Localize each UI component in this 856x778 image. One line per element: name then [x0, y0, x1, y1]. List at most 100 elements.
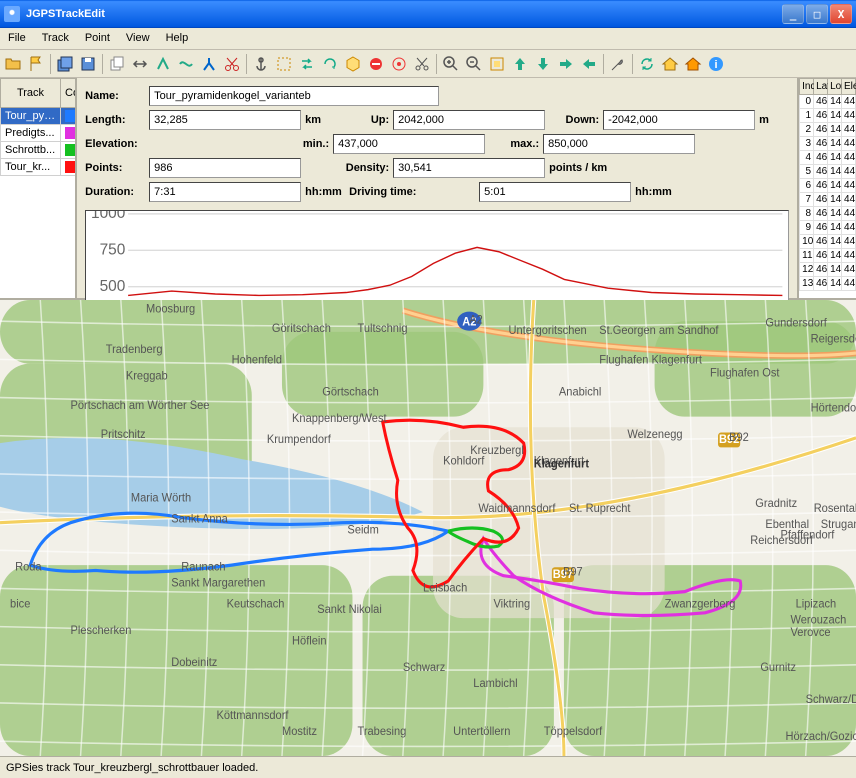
unit-hhmm2: hh:mm [635, 186, 675, 198]
point-row[interactable]: 646...14...44... [800, 179, 856, 193]
svg-text:Kreggab: Kreggab [126, 370, 168, 382]
track-list[interactable]: TrackColorLength [k...Tour_pyr...32,285P… [0, 78, 77, 298]
svg-text:Lambichl: Lambichl [473, 678, 517, 690]
svg-text:Sankt Anna: Sankt Anna [171, 513, 228, 525]
java-icon [4, 6, 20, 22]
track-row[interactable]: Schrottb...12,245 [1, 142, 78, 159]
svg-text:Gurnitz: Gurnitz [760, 662, 796, 674]
cut-icon[interactable] [221, 53, 243, 75]
reverse-icon[interactable] [129, 53, 151, 75]
svg-text:Roda: Roda [15, 561, 42, 573]
track-row[interactable]: Tour_kr...25,425 [1, 159, 78, 176]
point-col-header[interactable]: Index [800, 79, 814, 95]
svg-text:Dobeinitz: Dobeinitz [171, 657, 217, 669]
label-pk: points / km [549, 162, 639, 174]
wrench-icon[interactable] [607, 53, 629, 75]
save-icon[interactable] [77, 53, 99, 75]
titlebar: JGPSTrackEdit _ □ X [0, 0, 856, 28]
folder-open-icon[interactable] [2, 53, 24, 75]
point-row[interactable]: 1046...14...44... [800, 235, 856, 249]
target-icon[interactable] [388, 53, 410, 75]
svg-text:Werouzach: Werouzach [791, 614, 847, 626]
svg-text:A2: A2 [469, 314, 483, 326]
point-row[interactable]: 1346...14...44... [800, 277, 856, 291]
point-row[interactable]: 1146...14...44... [800, 249, 856, 263]
svg-text:Lipizach: Lipizach [796, 598, 837, 610]
svg-text:i: i [714, 59, 717, 71]
track-col-header[interactable]: Color [61, 79, 78, 108]
window-title: JGPSTrackEdit [26, 8, 782, 20]
info-icon[interactable]: i [705, 53, 727, 75]
close-button[interactable]: X [830, 4, 852, 24]
menu-help[interactable]: Help [158, 28, 197, 49]
save-all-icon[interactable] [54, 53, 76, 75]
point-row[interactable]: 146...14...44... [800, 109, 856, 123]
label-elev: Elevation: [85, 138, 145, 150]
svg-text:Flughafen Klagenfurt: Flughafen Klagenfurt [599, 354, 703, 366]
menu-track[interactable]: Track [34, 28, 77, 49]
svg-text:Trabesing: Trabesing [358, 726, 407, 738]
swap-icon[interactable] [296, 53, 318, 75]
label-max: max.: [489, 138, 539, 150]
track-row[interactable]: Tour_pyr...32,285 [1, 108, 78, 125]
flag-icon[interactable] [25, 53, 47, 75]
svg-text:Tradenberg: Tradenberg [106, 344, 163, 356]
point-row[interactable]: 946...14...44... [800, 221, 856, 235]
svg-text:Töppelsdorf: Töppelsdorf [544, 726, 603, 738]
svg-text:Untergoritschen: Untergoritschen [509, 325, 587, 337]
menu-file[interactable]: File [0, 28, 34, 49]
svg-text:Hörtendorf: Hörtendorf [811, 402, 856, 414]
name-field[interactable] [149, 86, 439, 106]
menu-view[interactable]: View [118, 28, 158, 49]
point-row[interactable]: 246...14...44... [800, 123, 856, 137]
scissors-icon[interactable] [411, 53, 433, 75]
split-icon[interactable] [198, 53, 220, 75]
region-icon[interactable] [273, 53, 295, 75]
hex-icon[interactable] [342, 53, 364, 75]
points-table[interactable]: IndexLati...Lon...Ele...046...14...44...… [797, 78, 856, 298]
label-name: Name: [85, 90, 145, 102]
point-row[interactable]: 446...14...44... [800, 151, 856, 165]
point-row[interactable]: 846...14...44... [800, 207, 856, 221]
menu-point[interactable]: Point [77, 28, 118, 49]
point-row[interactable]: 546...14...44... [800, 165, 856, 179]
point-row[interactable]: 346...14...44... [800, 137, 856, 151]
refresh-icon[interactable] [636, 53, 658, 75]
maximize-button[interactable]: □ [806, 4, 828, 24]
zoom-in-icon[interactable] [440, 53, 462, 75]
svg-text:Höflein: Höflein [292, 635, 326, 647]
right-icon[interactable] [555, 53, 577, 75]
point-col-header[interactable]: Ele... [842, 79, 856, 95]
track-row[interactable]: Predigts...21,186 [1, 125, 78, 142]
denied-icon[interactable] [365, 53, 387, 75]
anchor-icon[interactable] [250, 53, 272, 75]
handle-2-icon[interactable] [175, 53, 197, 75]
svg-text:500: 500 [100, 278, 126, 295]
home-icon[interactable] [659, 53, 681, 75]
point-row[interactable]: 746...14...44... [800, 193, 856, 207]
min-field [333, 134, 485, 154]
point-col-header[interactable]: Lon... [828, 79, 842, 95]
up-icon[interactable] [509, 53, 531, 75]
app-home-icon[interactable] [682, 53, 704, 75]
track-col-header[interactable]: Track [1, 79, 61, 108]
svg-text:Schwarz/Dvorec: Schwarz/Dvorec [806, 694, 856, 706]
svg-text:Plescherken: Plescherken [70, 625, 131, 637]
left-icon[interactable] [578, 53, 600, 75]
copy-icon[interactable] [106, 53, 128, 75]
map-view[interactable]: A2B92B97MoosburgGöritschachTultschnigUnt… [0, 300, 856, 756]
svg-text:Knappenberg/West: Knappenberg/West [292, 413, 387, 425]
select-area-icon[interactable] [486, 53, 508, 75]
handle-1-icon[interactable] [152, 53, 174, 75]
label-points: Points: [85, 162, 145, 174]
point-col-header[interactable]: Lati... [814, 79, 828, 95]
zoom-out-icon[interactable] [463, 53, 485, 75]
point-row[interactable]: 046...14...44... [800, 95, 856, 109]
svg-text:Untertöllern: Untertöllern [453, 726, 510, 738]
label-duration: Duration: [85, 186, 145, 198]
cycle-icon[interactable] [319, 53, 341, 75]
svg-text:Zwanzgerberg: Zwanzgerberg [665, 598, 736, 610]
minimize-button[interactable]: _ [782, 4, 804, 24]
down-icon[interactable] [532, 53, 554, 75]
point-row[interactable]: 1246...14...44... [800, 263, 856, 277]
